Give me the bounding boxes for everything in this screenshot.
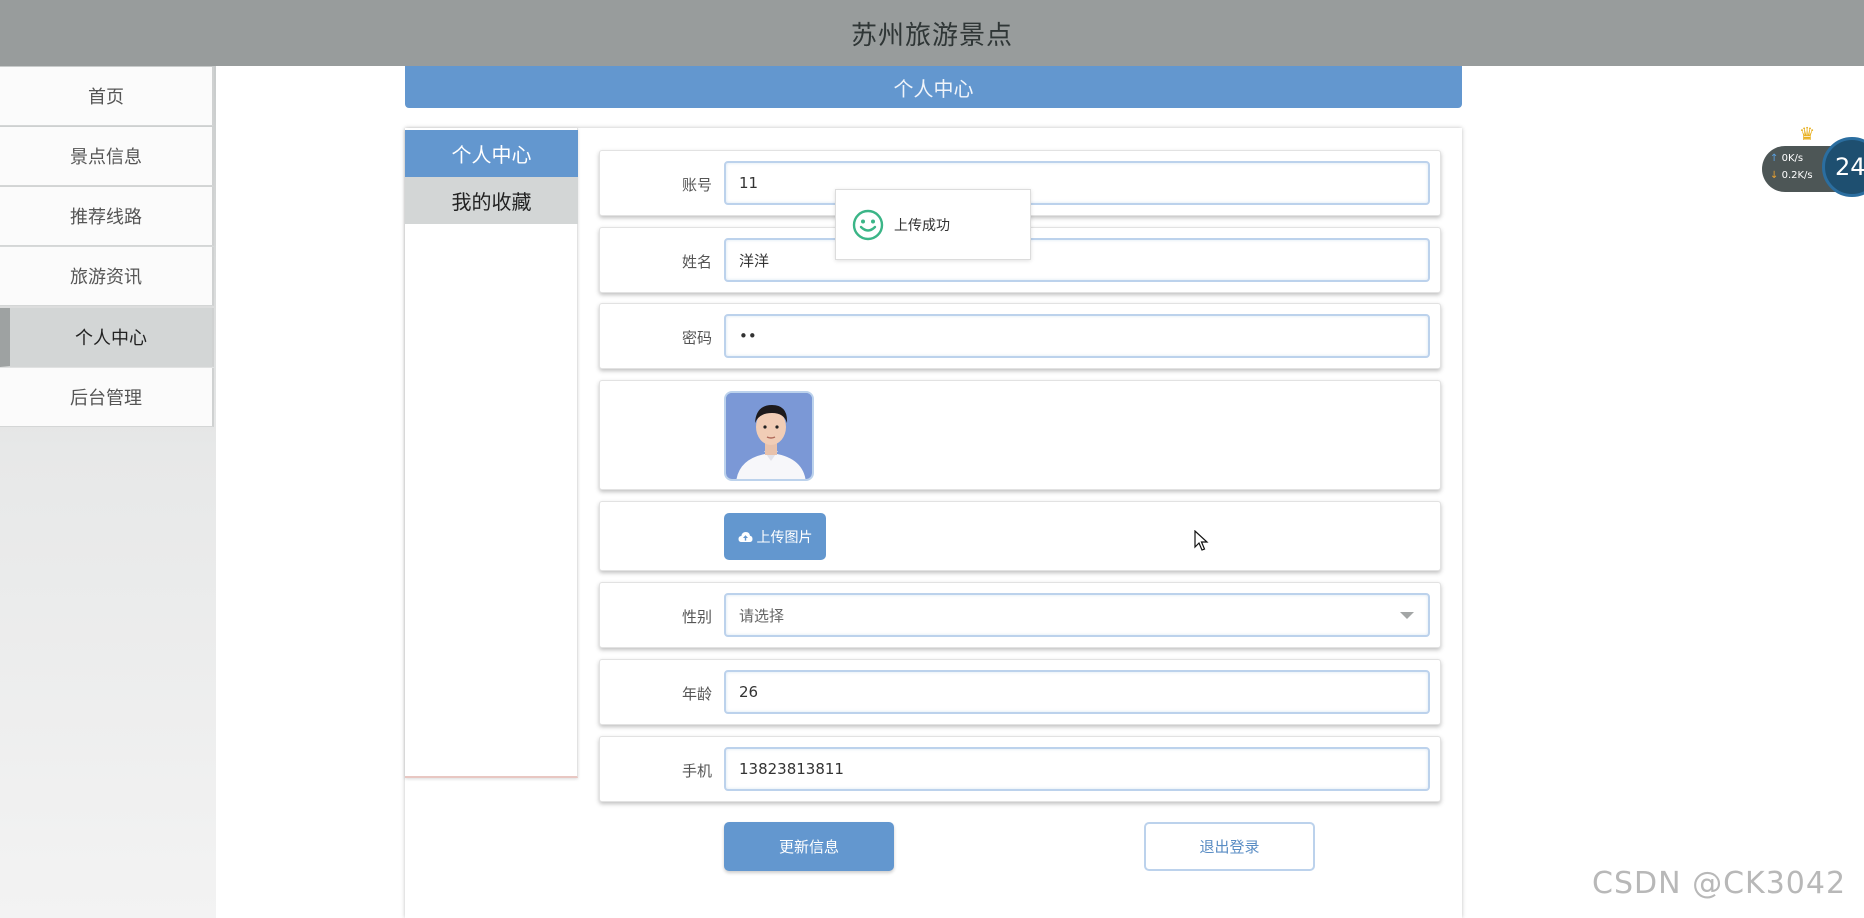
password-value: •• (739, 327, 757, 345)
sidebar-item-label: 旅游资讯 (70, 267, 142, 288)
crown-icon: ♛ (1799, 124, 1816, 145)
upload-image-button[interactable]: 上传图片 (724, 513, 826, 560)
name-label: 姓名 (681, 253, 712, 271)
page-title-band: 个人中心 (405, 66, 1462, 108)
sidebar-item-admin[interactable]: 后台管理 (0, 368, 214, 427)
sidebar-item-profile[interactable]: 个人中心 (0, 308, 214, 367)
phone-input[interactable]: 13823813811 (724, 747, 1430, 791)
phone-row: 手机 13823813811 (599, 736, 1441, 802)
gender-label: 性别 (681, 608, 712, 626)
account-label: 账号 (681, 176, 712, 194)
tab-favorites[interactable]: 我的收藏 (405, 177, 578, 224)
tab-profile[interactable]: 个人中心 (405, 130, 578, 177)
phone-label: 手机 (681, 762, 712, 780)
sidebar-item-routes[interactable]: 推荐线路 (0, 187, 214, 246)
download-speed-value: 0.2K/s (1781, 170, 1813, 181)
age-row: 年龄 26 (599, 659, 1441, 725)
upload-success-toast: 上传成功 (835, 189, 1031, 260)
smile-icon (852, 209, 884, 240)
phone-value: 13823813811 (739, 760, 844, 778)
password-row: 密码 •• (599, 303, 1441, 369)
arrow-up-icon: ↑ (1770, 153, 1779, 164)
avatar-portrait-icon (726, 393, 812, 479)
password-input[interactable]: •• (724, 314, 1430, 358)
account-value: 11 (739, 174, 759, 192)
sidebar-item-home[interactable]: 首页 (0, 67, 214, 126)
age-input[interactable]: 26 (724, 670, 1430, 714)
sidebar-item-attractions[interactable]: 景点信息 (0, 127, 214, 186)
avatar-row (599, 380, 1441, 490)
watermark: CSDN @CK3042 (1592, 866, 1847, 901)
sidebar-item-label: 首页 (88, 87, 124, 108)
name-value: 洋洋 (739, 251, 770, 270)
app-header: 苏州旅游景点 (0, 0, 1864, 66)
age-value: 26 (739, 683, 759, 701)
page-title: 个人中心 (893, 76, 974, 101)
password-label: 密码 (681, 329, 712, 347)
speed-circle-value: 24 (1835, 153, 1864, 181)
toast-message: 上传成功 (894, 217, 950, 234)
upload-speed-value: 0K/s (1781, 153, 1804, 164)
sidebar-item-label: 推荐线路 (70, 207, 142, 228)
sidebar: 首页 景点信息 推荐线路 旅游资讯 个人中心 后台管理 (0, 66, 216, 918)
sidebar-item-label: 后台管理 (70, 388, 142, 409)
update-info-label: 更新信息 (778, 838, 839, 856)
profile-tabs: 个人中心 我的收藏 (405, 128, 578, 778)
sidebar-item-label: 个人中心 (75, 328, 147, 349)
app-title: 苏州旅游景点 (850, 20, 1013, 51)
update-info-button[interactable]: 更新信息 (724, 822, 894, 871)
age-label: 年龄 (681, 685, 712, 703)
sidebar-item-label: 景点信息 (70, 147, 142, 168)
mouse-cursor-icon (1194, 530, 1209, 551)
logout-button[interactable]: 退出登录 (1144, 822, 1315, 871)
name-input[interactable]: 洋洋 (724, 238, 1430, 282)
chevron-down-icon (1400, 612, 1414, 619)
gender-row: 性别 请选择 (599, 582, 1441, 648)
arrow-down-icon: ↓ (1770, 170, 1779, 181)
tab-label: 个人中心 (451, 143, 532, 167)
upload-row: 上传图片 (599, 501, 1441, 571)
account-input[interactable]: 11 (724, 161, 1430, 205)
upload-image-label: 上传图片 (756, 529, 813, 546)
download-speed: ↓ 0.2K/s (1770, 170, 1813, 181)
upload-speed: ↑ 0K/s (1770, 153, 1803, 164)
gender-placeholder: 请选择 (739, 606, 785, 625)
avatar (724, 391, 814, 481)
gender-select[interactable]: 请选择 (724, 593, 1430, 637)
logout-label: 退出登录 (1199, 838, 1260, 856)
tab-label: 我的收藏 (451, 190, 532, 214)
cloud-upload-icon (738, 531, 752, 542)
sidebar-item-news[interactable]: 旅游资讯 (0, 247, 214, 306)
